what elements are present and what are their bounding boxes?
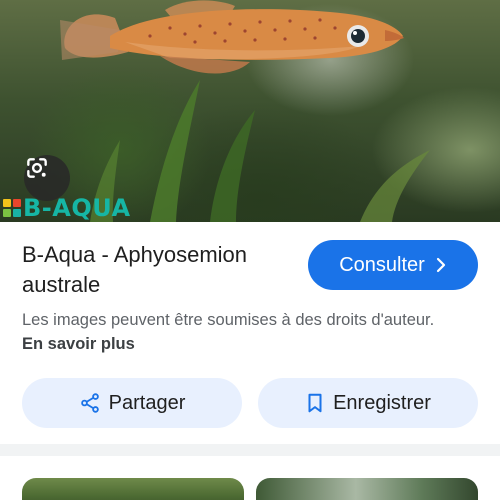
section-divider [0,444,500,456]
watermark-text: B-AQUA [23,194,131,222]
related-image-thumbnail[interactable] [22,478,244,500]
related-images [0,456,500,500]
share-icon [80,393,99,413]
chevron-right-icon [436,257,445,273]
consult-button[interactable]: Consulter [308,240,478,290]
logo-squares [3,199,21,217]
save-button[interactable]: Enregistrer [258,378,478,428]
share-button-label: Partager [108,391,186,414]
b-aqua-watermark-logo: B-AQUA [3,196,131,220]
result-info-card: B-Aqua - Aphyosemion australe Consulter … [0,222,500,444]
share-button[interactable]: Partager [22,378,242,428]
result-image[interactable]: B-AQUA [0,0,500,222]
fish-illustration [60,0,430,222]
google-lens-icon [27,158,47,178]
save-button-label: Enregistrer [333,391,431,414]
copyright-text: Les images peuvent être soumises à des d… [22,311,435,329]
related-image-thumbnail[interactable] [256,478,478,500]
copyright-notice: Les images peuvent être soumises à des d… [22,308,442,356]
consult-button-label: Consulter [339,253,425,276]
bookmark-icon [308,393,322,413]
learn-more-link[interactable]: En savoir plus [22,335,135,353]
result-title[interactable]: B-Aqua - Aphyosemion australe [22,240,302,300]
